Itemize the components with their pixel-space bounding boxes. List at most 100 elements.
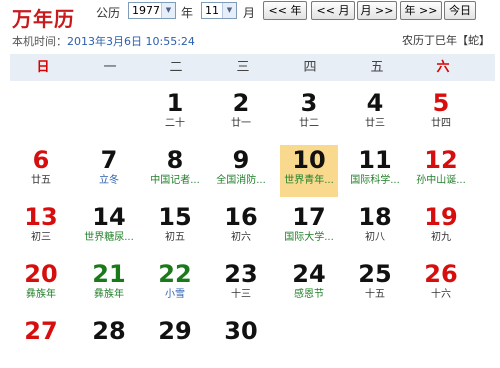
lunar-date: 十五 (365, 289, 385, 300)
weekday-sat: 六 (436, 60, 450, 75)
day-cell[interactable]: 24 感恩节 (280, 259, 338, 311)
day-cell[interactable]: 14 世界糖尿... (80, 202, 138, 254)
chevron-down-icon: ▼ (161, 3, 175, 18)
day-number: 27 (24, 317, 58, 345)
weekday-header: 日 一 二 三 四 五 六 (10, 54, 495, 81)
day-cell[interactable]: 26 十六 (412, 259, 470, 311)
day-cell[interactable]: 19 初九 (412, 202, 470, 254)
day-number: 9 (232, 146, 250, 174)
day-cell[interactable]: 21 彝族年 (80, 259, 138, 311)
weekday-sun: 日 (36, 60, 50, 75)
day-cell[interactable]: 25 十五 (346, 259, 404, 311)
lunar-date: 全国消防... (216, 175, 266, 186)
day-number: 5 (432, 89, 450, 117)
lunar-date: 初三 (31, 232, 51, 243)
weekday-mon: 一 (103, 60, 117, 75)
lunar-date: 世界糖尿... (84, 232, 134, 243)
day-cell[interactable]: 11 国际科学... (346, 145, 404, 197)
day-cell[interactable]: 3 廿二 (280, 88, 338, 140)
day-number: 23 (224, 260, 258, 288)
lunar-date: 初五 (165, 232, 185, 243)
day-cell[interactable]: 1 二十 (146, 88, 204, 140)
day-number: 2 (232, 89, 250, 117)
lunar-date: 小雪 (165, 289, 185, 300)
lunar-date: 初六 (231, 232, 251, 243)
lunar-date: 廿三 (365, 118, 385, 129)
lunar-date: 国际大学... (284, 232, 334, 243)
system-time: 本机时间：2013年3月6日 10:55:24 (12, 33, 195, 49)
lunar-date: 十六 (431, 289, 451, 300)
month-label: 月 (243, 6, 256, 20)
day-number: 19 (424, 203, 458, 231)
day-number: 22 (158, 260, 192, 288)
lunar-date: 十三 (231, 289, 251, 300)
day-cell[interactable]: 17 国际大学... (280, 202, 338, 254)
lunar-date: 廿五 (31, 175, 51, 186)
lunar-date: 孙中山诞... (416, 175, 466, 186)
day-cell[interactable]: 13 初三 (12, 202, 70, 254)
day-cell[interactable]: 8 中国记者... (146, 145, 204, 197)
day-number: 3 (300, 89, 318, 117)
day-cell[interactable]: 12 孙中山诞... (412, 145, 470, 197)
system-time-label: 本机时间： (12, 35, 67, 48)
system-time-value: 2013年3月6日 10:55:24 (67, 35, 195, 48)
day-cell[interactable]: 4 廿三 (346, 88, 404, 140)
day-cell[interactable]: 30 (212, 316, 270, 368)
next-month-button[interactable]: 月 >> (357, 1, 397, 20)
lunar-date: 世界青年... (284, 175, 334, 186)
lunar-date: 彝族年 (94, 289, 124, 300)
day-cell[interactable]: 28 (80, 316, 138, 368)
prev-year-button[interactable]: << 年 (263, 1, 307, 20)
lunar-date: 中国记者... (150, 175, 200, 186)
day-cell[interactable]: 22 小雪 (146, 259, 204, 311)
day-cell[interactable]: 29 (146, 316, 204, 368)
year-select[interactable]: 1977 ▼ (128, 2, 176, 19)
day-cell[interactable]: 15 初五 (146, 202, 204, 254)
day-cell[interactable]: 27 (12, 316, 70, 368)
day-number: 12 (424, 146, 458, 174)
day-cell[interactable]: 16 初六 (212, 202, 270, 254)
year-label: 年 (181, 6, 194, 20)
day-cell[interactable]: 6 廿五 (12, 145, 70, 197)
day-cell[interactable]: 9 全国消防... (212, 145, 270, 197)
day-number: 21 (92, 260, 126, 288)
day-number: 10 (292, 146, 326, 174)
chevron-down-icon: ▼ (222, 3, 236, 18)
weekday-fri: 五 (370, 60, 384, 75)
day-number: 25 (358, 260, 392, 288)
day-cell[interactable]: 23 十三 (212, 259, 270, 311)
lunar-date: 初八 (365, 232, 385, 243)
lunar-date: 二十 (165, 118, 185, 129)
day-number: 24 (292, 260, 326, 288)
day-number: 26 (424, 260, 458, 288)
day-cell[interactable]: 5 廿四 (412, 88, 470, 140)
day-cell[interactable]: 18 初八 (346, 202, 404, 254)
day-number: 28 (92, 317, 126, 345)
prev-month-button[interactable]: << 月 (311, 1, 355, 20)
lunar-date: 国际科学... (350, 175, 400, 186)
day-number: 8 (166, 146, 184, 174)
lunar-date: 彝族年 (26, 289, 56, 300)
day-cell[interactable]: 7 立冬 (80, 145, 138, 197)
day-number: 30 (224, 317, 258, 345)
day-cell[interactable]: 20 彝族年 (12, 259, 70, 311)
day-number: 11 (358, 146, 392, 174)
lunar-year-info: 农历丁巳年【蛇】 (402, 34, 490, 47)
lunar-date: 廿二 (299, 118, 319, 129)
day-number: 15 (158, 203, 192, 231)
weekday-thu: 四 (303, 60, 317, 75)
day-number: 6 (32, 146, 50, 174)
month-select[interactable]: 11 ▼ (201, 2, 237, 19)
year-select-value: 1977 (132, 4, 160, 17)
today-button[interactable]: 今日 (444, 1, 476, 20)
day-cell[interactable]: 10 世界青年... (280, 145, 338, 197)
next-year-button[interactable]: 年 >> (400, 1, 442, 20)
weekday-tue: 二 (169, 60, 183, 75)
weekday-wed: 三 (236, 60, 250, 75)
lunar-date: 立冬 (99, 175, 119, 186)
day-number: 18 (358, 203, 392, 231)
day-number: 17 (292, 203, 326, 231)
day-number: 29 (158, 317, 192, 345)
day-cell[interactable]: 2 廿一 (212, 88, 270, 140)
day-number: 1 (166, 89, 184, 117)
